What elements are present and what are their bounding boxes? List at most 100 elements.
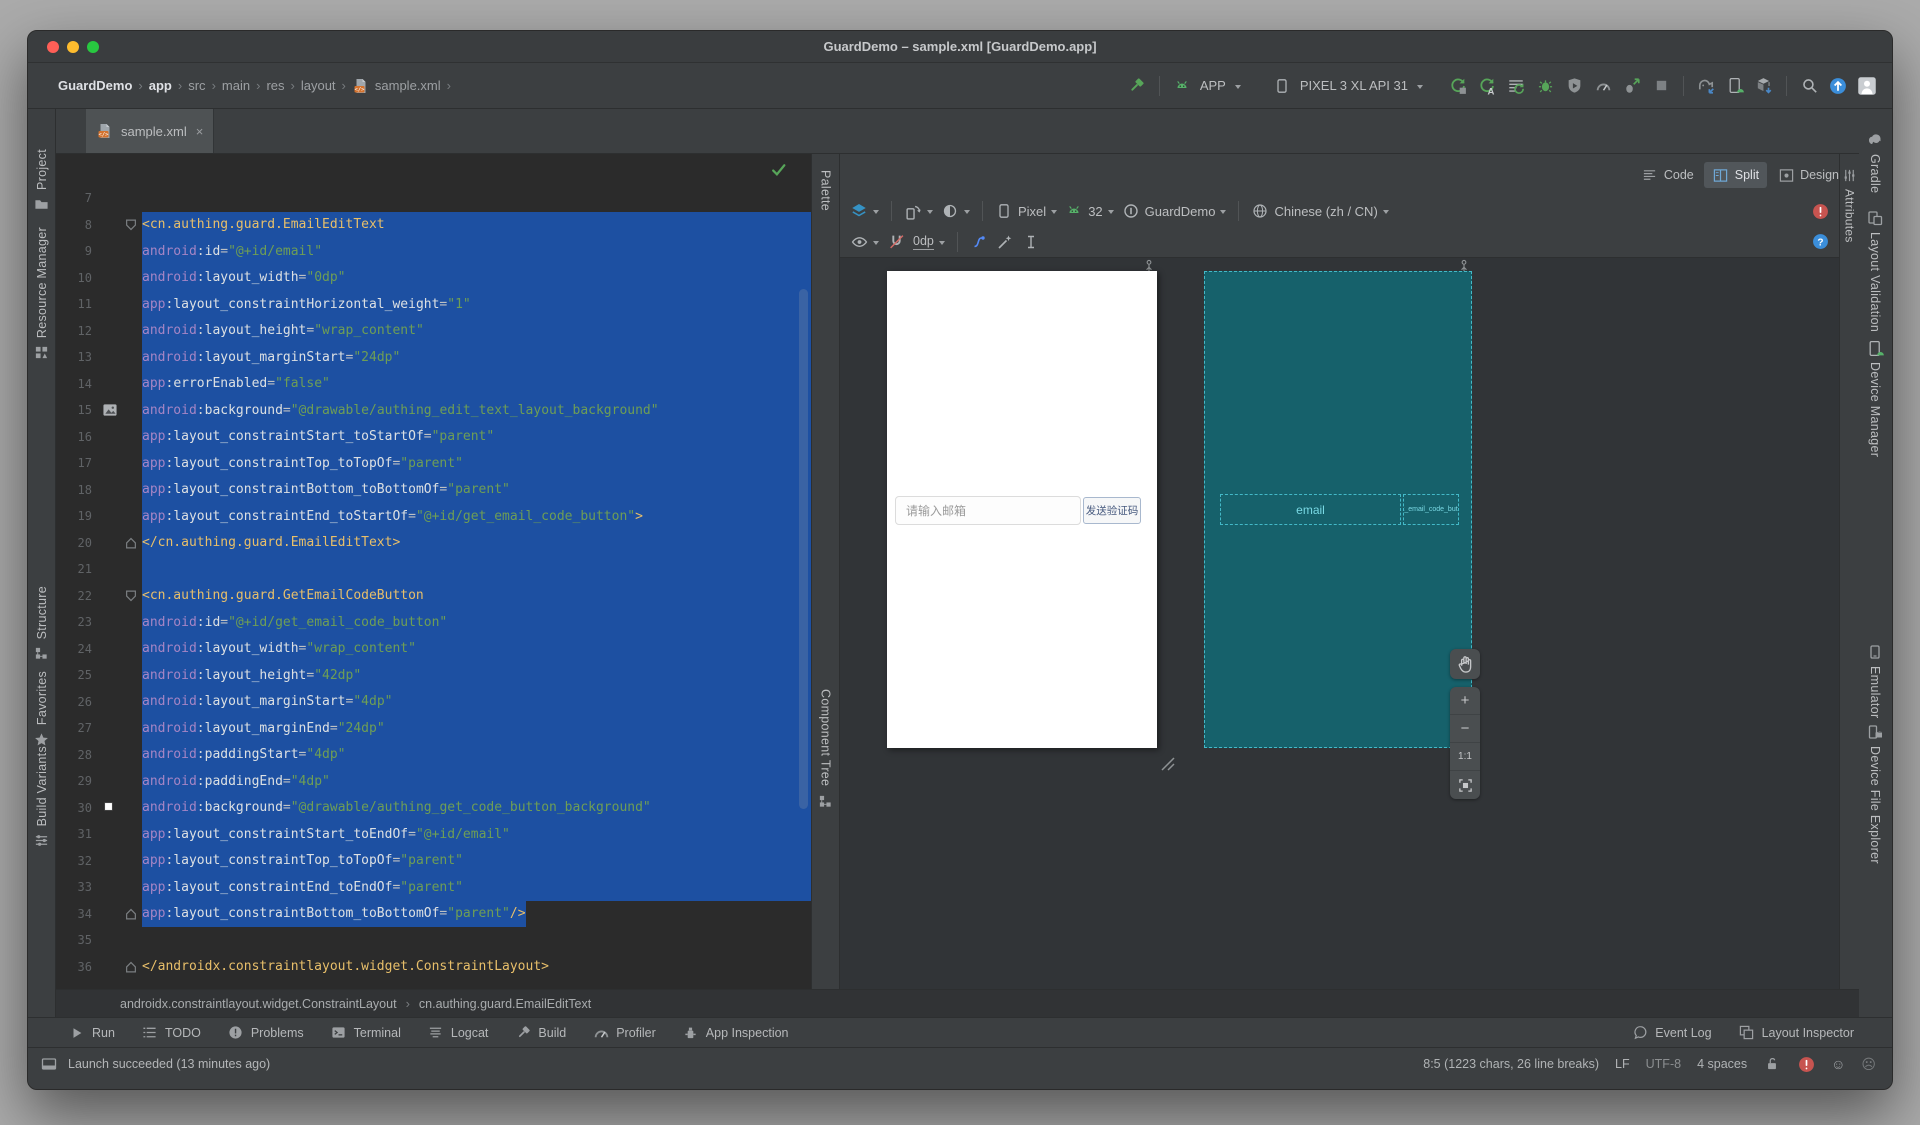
highlighting-level-icon[interactable] [1797, 1055, 1815, 1073]
tool-window-button-project[interactable]: Project [28, 149, 55, 213]
zoom-out-button[interactable]: − [1450, 715, 1480, 743]
design-preview[interactable]: 请输入邮箱 发送验证码 [887, 271, 1157, 748]
zoom-in-button[interactable]: + [1450, 687, 1480, 715]
code-line-32[interactable]: 32 app:layout_constraintTop_toTopOf="par… [56, 848, 811, 875]
tool-window-button-problems[interactable]: Problems [227, 1024, 304, 1042]
device-manager-icon[interactable] [1724, 75, 1746, 97]
view-options-button[interactable] [850, 233, 879, 251]
fold-marker[interactable] [120, 537, 142, 549]
breadcrumb-item-res[interactable]: res [266, 78, 284, 93]
baseline-button[interactable] [1022, 233, 1040, 251]
caret-position[interactable]: 8:5 (1223 chars, 26 line breaks) [1423, 1055, 1599, 1073]
fold-marker[interactable] [120, 908, 142, 920]
close-tab-icon[interactable]: × [196, 124, 204, 139]
email-edittext-preview[interactable]: 请输入邮箱 [895, 496, 1081, 525]
stop-icon[interactable] [1650, 75, 1672, 97]
help-badge[interactable]: ? [1811, 233, 1829, 251]
blueprint-preview[interactable]: email get_email_code_button [1204, 271, 1472, 748]
render-error-badge[interactable] [1811, 202, 1829, 220]
code-line-10[interactable]: 10 android:layout_width="0dp" [56, 265, 811, 292]
readonly-lock-icon[interactable] [1763, 1055, 1781, 1073]
feedback-smile-icon[interactable]: ☺ [1831, 1055, 1845, 1073]
code-line-35[interactable]: 35 [56, 927, 811, 954]
api-version-select[interactable]: 32 [1065, 202, 1113, 220]
tool-window-toggle-icon[interactable] [40, 1055, 58, 1073]
theme-select[interactable]: GuardDemo [1122, 202, 1227, 220]
code-line-24[interactable]: 24 android:layout_width="wrap_content" [56, 636, 811, 663]
tool-window-button-app-inspection[interactable]: App Inspection [682, 1024, 789, 1042]
tab-sample-xml[interactable]: </> sample.xml × [86, 109, 214, 153]
code-line-16[interactable]: 16 app:layout_constraintStart_toStartOf=… [56, 424, 811, 451]
tool-window-button-structure[interactable]: Structure [28, 586, 55, 662]
apply-changes-icon[interactable] [1447, 75, 1469, 97]
tool-window-button-device-manager[interactable]: Device Manager [1858, 339, 1892, 457]
code-line-7[interactable]: 7 [56, 185, 811, 212]
debug-icon[interactable] [1534, 75, 1556, 97]
tool-window-button-device-file-explorer[interactable]: Device File Explorer [1858, 723, 1892, 864]
code-line-33[interactable]: 33 app:layout_constraintEnd_toEndOf="par… [56, 874, 811, 901]
code-line-23[interactable]: 23 android:id="@+id/get_email_code_butto… [56, 609, 811, 636]
blueprint-button-rect[interactable]: get_email_code_button [1403, 494, 1459, 525]
device-select[interactable]: Pixel [995, 202, 1057, 220]
code-line-21[interactable]: 21 [56, 556, 811, 583]
fold-marker[interactable] [120, 219, 142, 231]
component-tree-tab[interactable]: Component Tree [812, 689, 839, 810]
code-line-28[interactable]: 28 android:paddingStart="4dp" [56, 742, 811, 769]
code-line-30[interactable]: 30 android:background="@drawable/authing… [56, 795, 811, 822]
line-separator[interactable]: LF [1615, 1055, 1630, 1073]
tool-window-button-layout-validation[interactable]: Layout Validation [1858, 209, 1892, 332]
code-line-20[interactable]: 20 </cn.authing.guard.EmailEditText> [56, 530, 811, 557]
resize-handle[interactable] [1158, 754, 1176, 772]
code-line-27[interactable]: 27 android:layout_marginEnd="24dp" [56, 715, 811, 742]
status-message[interactable]: Launch succeeded (13 minutes ago) [68, 1055, 270, 1073]
tool-window-button-resource-manager[interactable]: Resource Manager [28, 227, 55, 361]
pan-tool-button[interactable] [1450, 649, 1480, 679]
tool-window-button-profiler[interactable]: Profiler [592, 1024, 656, 1042]
infer-constraints-button[interactable] [996, 233, 1014, 251]
fold-marker[interactable] [120, 590, 142, 602]
tool-window-button-terminal[interactable]: Terminal [330, 1024, 401, 1042]
view-mode-code[interactable]: Code [1633, 162, 1702, 188]
chevron-down-icon[interactable] [1417, 85, 1423, 92]
minimize-button[interactable] [67, 41, 79, 53]
tool-window-button-logcat[interactable]: Logcat [427, 1024, 489, 1042]
run-tasks-icon[interactable] [1505, 75, 1527, 97]
profiler-icon[interactable] [1592, 75, 1614, 97]
locale-select[interactable]: Chinese (zh / CN) [1251, 202, 1388, 220]
design-surface-button[interactable] [850, 202, 879, 220]
code-line-19[interactable]: 19 app:layout_constraintEnd_toStartOf="@… [56, 503, 811, 530]
get-code-button-preview[interactable]: 发送验证码 [1083, 497, 1141, 524]
breadcrumb-emailedittext[interactable]: cn.authing.guard.EmailEditText [419, 997, 591, 1011]
clear-constraints-button[interactable] [970, 233, 988, 251]
breadcrumb-item-main[interactable]: main [222, 78, 250, 93]
code-line-13[interactable]: 13 android:layout_marginStart="24dp" [56, 344, 811, 371]
tool-window-button-layout-inspector[interactable]: Layout Inspector [1738, 1024, 1854, 1042]
tool-window-button-todo[interactable]: TODO [141, 1024, 201, 1042]
breadcrumb-item-guarddemo[interactable]: GuardDemo [58, 78, 132, 93]
attach-debugger-icon[interactable] [1621, 75, 1643, 97]
breadcrumb-item-layout[interactable]: layout [301, 78, 336, 93]
orientation-button[interactable] [904, 202, 933, 220]
code-line-11[interactable]: 11 app:layout_constraintHorizontal_weigh… [56, 291, 811, 318]
apply-code-changes-icon[interactable]: A [1476, 75, 1498, 97]
gradle-sync-icon[interactable] [1695, 75, 1717, 97]
indent-setting[interactable]: 4 spaces [1697, 1055, 1747, 1073]
tool-window-button-gradle[interactable]: Gradle [1858, 131, 1892, 193]
autoconnect-toggle[interactable] [887, 233, 905, 251]
feedback-frown-icon[interactable]: ☹ [1861, 1055, 1876, 1073]
update-available-icon[interactable] [1827, 75, 1849, 97]
code-line-34[interactable]: 34 app:layout_constraintBottom_toBottomO… [56, 901, 811, 928]
zoom-actual-button[interactable]: 1:1 [1450, 743, 1480, 771]
run-configuration-select[interactable]: APP [1200, 78, 1226, 93]
code-line-15[interactable]: 15 android:background="@drawable/authing… [56, 397, 811, 424]
code-line-22[interactable]: 22 <cn.authing.guard.GetEmailCodeButton [56, 583, 811, 610]
tool-window-button-build[interactable]: Build [514, 1024, 566, 1042]
code-line-9[interactable]: 9 android:id="@+id/email" [56, 238, 811, 265]
zoom-fit-button[interactable] [1450, 771, 1480, 799]
editor-scrollbar[interactable] [799, 289, 808, 809]
code-line-31[interactable]: 31 app:layout_constraintStart_toEndOf="@… [56, 821, 811, 848]
breadcrumb-item-src[interactable]: src [188, 78, 205, 93]
code-line-36[interactable]: 36</androidx.constraintlayout.widget.Con… [56, 954, 811, 981]
code-line-14[interactable]: 14 app:errorEnabled="false" [56, 371, 811, 398]
code-line-8[interactable]: 8 <cn.authing.guard.EmailEditText [56, 212, 811, 239]
